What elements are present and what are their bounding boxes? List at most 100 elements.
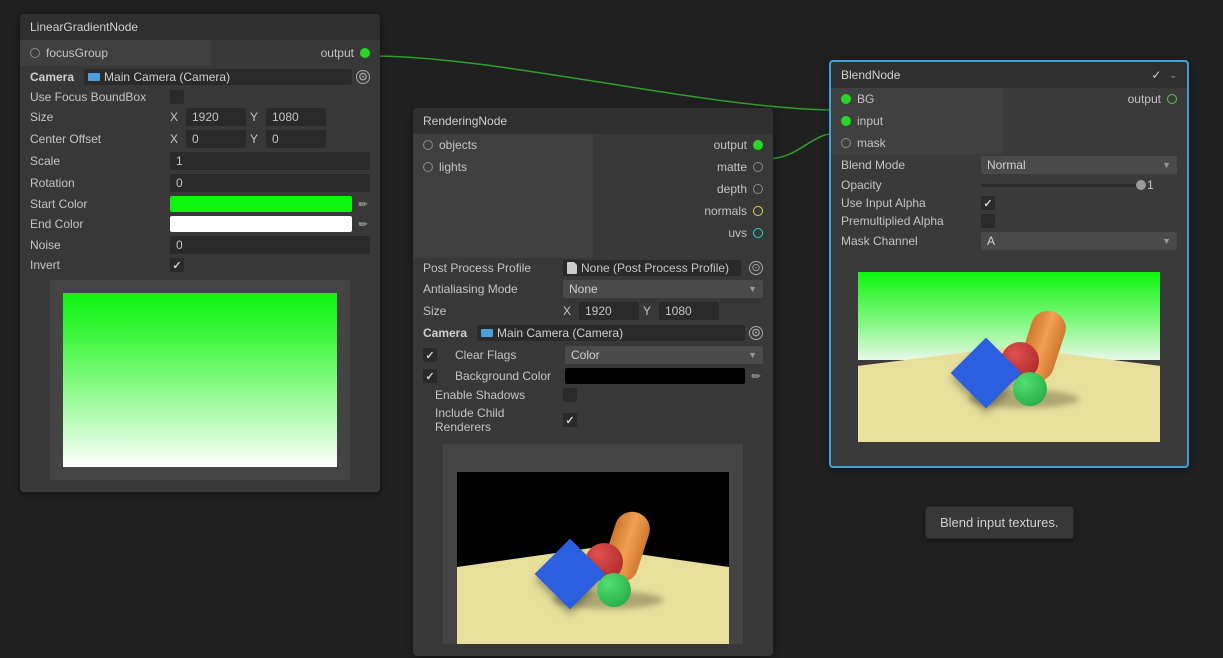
- output-port-uvs[interactable]: uvs: [593, 222, 773, 244]
- camera-object-field[interactable]: Main Camera (Camera): [84, 69, 352, 85]
- node-title[interactable]: BlendNode ✓ ⌄: [831, 62, 1187, 88]
- render-preview: [443, 444, 743, 644]
- camera-header-label: Camera: [423, 326, 467, 340]
- port-dot-icon: [841, 94, 851, 104]
- chevron-down-icon: ▼: [748, 350, 757, 360]
- size-y-input[interactable]: [266, 108, 326, 126]
- checkbox-use-input-alpha[interactable]: [981, 196, 995, 210]
- checkbox-include-child[interactable]: [563, 413, 577, 427]
- chevron-down-icon: ▼: [1162, 236, 1171, 246]
- port-label: normals: [704, 204, 747, 218]
- gradient-preview: [50, 280, 350, 480]
- port-dot-icon: [753, 162, 763, 172]
- center-x-input[interactable]: [186, 130, 246, 148]
- input-port-input[interactable]: input: [831, 110, 1002, 132]
- prop-mask-channel: Mask Channel A ▼: [831, 230, 1187, 252]
- node-title-text: RenderingNode: [423, 114, 507, 128]
- output-port-matte[interactable]: matte: [593, 156, 773, 178]
- node-title[interactable]: RenderingNode: [413, 108, 773, 134]
- antialiasing-dropdown[interactable]: None ▼: [563, 280, 763, 298]
- size-x-input[interactable]: [579, 302, 639, 320]
- checkmark-icon[interactable]: ✓: [1151, 68, 1161, 82]
- opacity-slider[interactable]: [981, 184, 1141, 187]
- port-label: BG: [857, 92, 874, 106]
- noise-input[interactable]: [170, 236, 370, 254]
- start-color-swatch[interactable]: [170, 196, 352, 212]
- port-label: lights: [439, 160, 467, 174]
- scale-input[interactable]: [170, 152, 370, 170]
- checkbox-clear-flags[interactable]: [423, 348, 437, 362]
- output-port[interactable]: output: [1002, 88, 1187, 110]
- output-port-depth[interactable]: depth: [593, 178, 773, 200]
- port-dot-icon: [841, 116, 851, 126]
- center-y-input[interactable]: [266, 130, 326, 148]
- checkbox-enable-shadows[interactable]: [563, 388, 577, 402]
- port-label: output: [321, 46, 354, 60]
- size-y-input[interactable]: [659, 302, 719, 320]
- prop-use-focus-boundbox: Use Focus BoundBox: [20, 88, 380, 106]
- input-port-bg[interactable]: BG: [831, 88, 1002, 110]
- camera-header-label: Camera: [30, 70, 74, 84]
- chevron-down-icon[interactable]: ⌄: [1169, 70, 1177, 81]
- object-picker-icon[interactable]: [749, 326, 763, 340]
- camera-icon: [88, 73, 100, 81]
- clear-flags-dropdown[interactable]: Color ▼: [565, 346, 763, 364]
- port-label: uvs: [728, 226, 747, 240]
- input-port-objects[interactable]: objects: [413, 134, 593, 156]
- end-color-swatch[interactable]: [170, 216, 352, 232]
- prop-invert: Invert: [20, 256, 380, 274]
- rotation-input[interactable]: [170, 174, 370, 192]
- camera-object-field[interactable]: Main Camera (Camera): [477, 325, 745, 341]
- prop-opacity: Opacity 1: [831, 176, 1187, 194]
- camera-icon: [481, 329, 493, 337]
- input-port-lights[interactable]: lights: [413, 156, 593, 178]
- background-color-swatch[interactable]: [565, 368, 745, 384]
- input-port-mask[interactable]: mask: [831, 132, 1002, 154]
- mask-channel-dropdown[interactable]: A ▼: [981, 232, 1177, 250]
- object-picker-icon[interactable]: [356, 70, 370, 84]
- checkbox-use-focus-boundbox[interactable]: [170, 90, 184, 104]
- eyedropper-icon[interactable]: ✎: [746, 366, 766, 386]
- port-label: output: [714, 138, 747, 152]
- blend-mode-dropdown[interactable]: Normal ▼: [981, 156, 1177, 174]
- port-dot-icon: [753, 206, 763, 216]
- prop-start-color: Start Color ✎: [20, 194, 380, 214]
- blend-preview: [858, 272, 1160, 442]
- prop-background-color: Background Color ✎: [413, 366, 773, 386]
- prop-blend-mode: Blend Mode Normal ▼: [831, 154, 1187, 176]
- object-picker-icon[interactable]: [749, 261, 763, 275]
- prop-end-color: End Color ✎: [20, 214, 380, 234]
- rendering-node[interactable]: RenderingNode objects lights output matt…: [413, 108, 773, 656]
- prop-enable-shadows: Enable Shadows: [413, 386, 773, 404]
- eyedropper-icon[interactable]: ✎: [353, 194, 373, 214]
- eyedropper-icon[interactable]: ✎: [353, 214, 373, 234]
- size-x-input[interactable]: [186, 108, 246, 126]
- input-port-focusgroup[interactable]: focusGroup: [20, 40, 211, 66]
- port-label: matte: [717, 160, 747, 174]
- post-process-field[interactable]: None (Post Process Profile): [563, 260, 741, 276]
- blend-node[interactable]: BlendNode ✓ ⌄ BG input mask output Blend…: [829, 60, 1189, 468]
- checkbox-invert[interactable]: [170, 258, 184, 272]
- port-dot-icon: [753, 228, 763, 238]
- output-port[interactable]: output: [211, 40, 380, 66]
- port-label: objects: [439, 138, 477, 152]
- prop-size: Size X Y: [413, 300, 773, 322]
- prop-use-input-alpha: Use Input Alpha: [831, 194, 1187, 212]
- checkbox-background-color[interactable]: [423, 369, 437, 383]
- port-dot-icon: [1167, 94, 1177, 104]
- port-dot-icon: [753, 140, 763, 150]
- output-port-normals[interactable]: normals: [593, 200, 773, 222]
- node-title[interactable]: LinearGradientNode: [20, 14, 380, 40]
- tooltip: Blend input textures.: [925, 506, 1074, 539]
- prop-noise: Noise: [20, 234, 380, 256]
- port-dot-icon: [423, 162, 433, 172]
- port-label: focusGroup: [46, 46, 108, 60]
- checkbox-premultiplied[interactable]: [981, 214, 995, 228]
- prop-include-child: Include Child Renderers: [413, 404, 773, 436]
- camera-ref-text: Main Camera (Camera): [104, 70, 230, 84]
- camera-ref-text: Main Camera (Camera): [497, 326, 623, 340]
- linear-gradient-node[interactable]: LinearGradientNode focusGroup output Cam…: [20, 14, 380, 492]
- opacity-value[interactable]: 1: [1147, 178, 1177, 192]
- prop-clear-flags: Clear Flags Color ▼: [413, 344, 773, 366]
- output-port-output[interactable]: output: [593, 134, 773, 156]
